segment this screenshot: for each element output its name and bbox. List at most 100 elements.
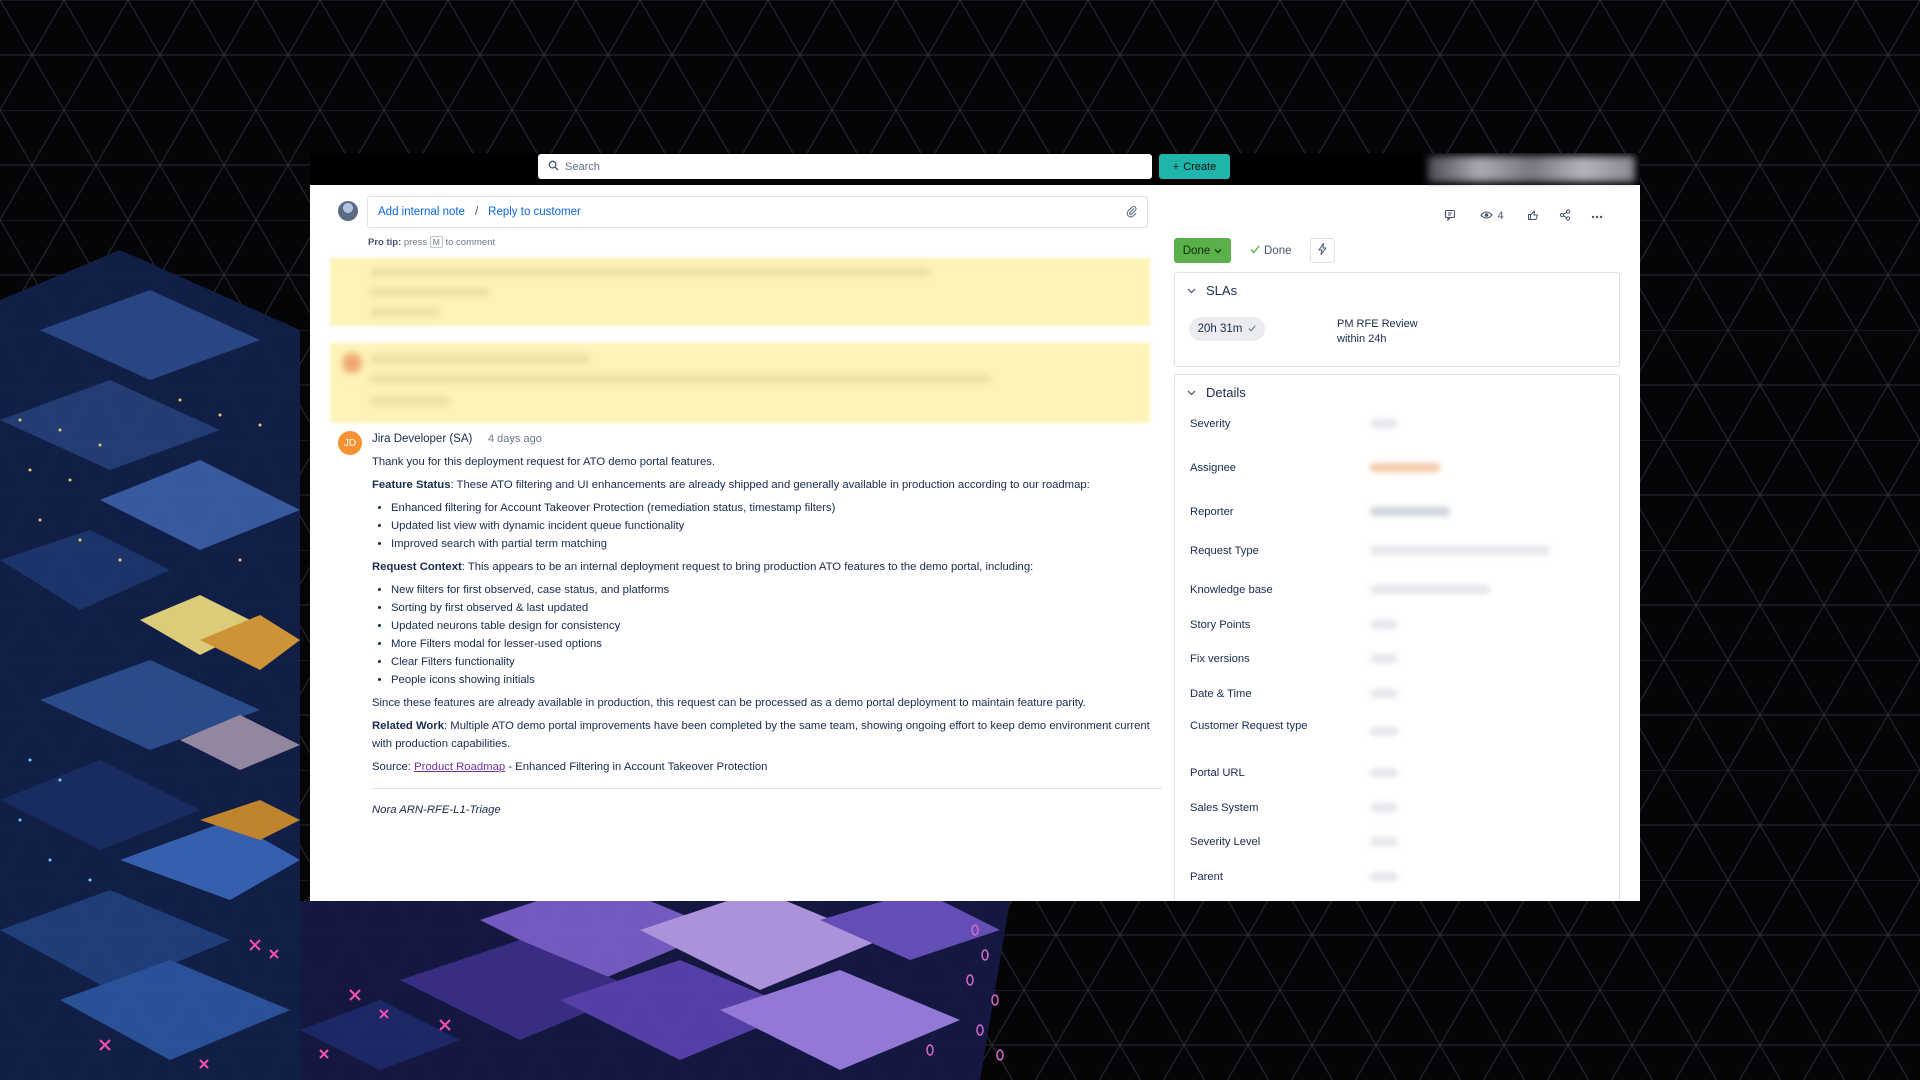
sla-name-line1: PM RFE Review xyxy=(1337,318,1418,330)
pro-tip-prefix: Pro tip: xyxy=(368,237,402,248)
sla-name: PM RFE Review within 24h xyxy=(1337,317,1418,347)
field-value xyxy=(1370,803,1398,812)
field-value xyxy=(1370,768,1398,777)
field-value xyxy=(1370,507,1450,516)
request-context-text: : This appears to be an internal deploym… xyxy=(461,561,1034,573)
field-value xyxy=(1370,689,1398,698)
eye-icon xyxy=(1480,210,1494,223)
chevron-down-icon xyxy=(1187,388,1196,398)
search-input[interactable]: Search xyxy=(538,154,1152,179)
sla-time: 20h 31m xyxy=(1197,323,1243,335)
comment-author[interactable]: Jira Developer (SA) xyxy=(372,433,472,445)
watchers-button[interactable]: 4 xyxy=(1472,203,1512,229)
create-button[interactable]: + Create xyxy=(1159,154,1230,179)
list-item: More Filters modal for lesser-used optio… xyxy=(391,635,1162,653)
related-work-paragraph: Related Work: Multiple ATO demo portal i… xyxy=(372,717,1162,753)
source-prefix: Source: xyxy=(372,761,415,773)
details-panel-header[interactable]: Details xyxy=(1187,385,1246,400)
field-label: Knowledge base xyxy=(1190,584,1273,596)
field-value xyxy=(1370,727,1398,736)
field-value xyxy=(1370,872,1398,881)
blurred-comment xyxy=(330,258,1150,326)
request-context-label: Request Context xyxy=(372,561,462,573)
list-item: New filters for first observed, case sta… xyxy=(391,581,1162,599)
reply-to-customer-link[interactable]: Reply to customer xyxy=(488,206,581,218)
plus-icon: + xyxy=(1172,160,1180,173)
signature-divider xyxy=(372,788,1162,789)
field-value xyxy=(1370,463,1440,472)
sla-panel-header[interactable]: SLAs xyxy=(1187,283,1237,298)
list-item: Improved search with partial term matchi… xyxy=(391,535,1162,553)
field-label: Severity Level xyxy=(1190,836,1261,848)
list-item: Clear Filters functionality xyxy=(391,653,1162,671)
composer-separator: / xyxy=(474,206,479,218)
field-label: Severity xyxy=(1190,418,1231,430)
jira-issue-window: Search + Create Add internal note / Repl… xyxy=(310,153,1640,901)
field-label: Customer Request type xyxy=(1190,720,1308,732)
current-user-avatar xyxy=(338,201,358,221)
field-label: Portal URL xyxy=(1190,767,1245,779)
sla-name-line2: within 24h xyxy=(1337,333,1387,345)
field-label: Sales System xyxy=(1190,802,1259,814)
share-icon xyxy=(1559,208,1571,224)
list-item: Sorting by first observed & last updated xyxy=(391,599,1162,617)
automation-button[interactable] xyxy=(1310,238,1335,263)
field-label: Request Type xyxy=(1190,545,1259,557)
author-avatar: JD xyxy=(338,431,362,455)
list-item: People icons showing initials xyxy=(391,671,1162,689)
comment-intro: Thank you for this deployment request fo… xyxy=(372,456,716,468)
lightning-icon xyxy=(1318,243,1327,258)
more-icon xyxy=(1591,210,1603,222)
comment-body: Thank you for this deployment request fo… xyxy=(372,453,1162,824)
top-navigation-bar: Search + Create xyxy=(310,153,1640,185)
chevron-down-icon xyxy=(1187,286,1196,296)
feedback-icon xyxy=(1444,209,1456,224)
vote-button[interactable] xyxy=(1520,203,1545,229)
pro-tip-key: M xyxy=(429,236,443,248)
field-label: Parent xyxy=(1190,871,1223,883)
comment-composer[interactable]: Add internal note / Reply to customer xyxy=(367,196,1148,228)
pro-tip-press: press xyxy=(403,237,428,248)
chevron-down-icon xyxy=(1214,245,1222,257)
comment-timestamp[interactable]: 4 days ago xyxy=(488,433,542,445)
list-item: Updated list view with dynamic incident … xyxy=(391,517,1162,535)
field-value xyxy=(1370,837,1398,846)
check-icon xyxy=(1248,323,1256,335)
blurred-profile-area xyxy=(1428,156,1635,182)
since-paragraph: Since these features are already availab… xyxy=(372,697,1086,709)
search-icon xyxy=(548,160,559,174)
share-button[interactable] xyxy=(1552,203,1577,229)
sla-panel: SLAs 20h 31m PM RFE Review within 24h xyxy=(1174,272,1620,367)
thumbs-up-icon xyxy=(1527,209,1539,224)
paperclip-icon[interactable] xyxy=(1126,205,1137,221)
list-item: Enhanced filtering for Account Takeover … xyxy=(391,499,1162,517)
context-list: New filters for first observed, case sta… xyxy=(372,581,1162,689)
field-value xyxy=(1370,585,1490,594)
feedback-button[interactable] xyxy=(1437,203,1462,229)
sla-title: SLAs xyxy=(1206,283,1238,298)
list-item: Updated neurons table design for consist… xyxy=(391,617,1162,635)
pro-tip: Pro tip: press M to comment xyxy=(368,236,495,248)
feature-status-paragraph: Feature Status: These ATO filtering and … xyxy=(372,476,1162,494)
watch-count: 4 xyxy=(1497,210,1504,222)
resolution-label: Done xyxy=(1264,244,1292,257)
resolution-indicator: Done xyxy=(1250,238,1292,263)
field-label: Date & Time xyxy=(1190,688,1252,700)
request-context-paragraph: Request Context: This appears to be an i… xyxy=(372,558,1162,576)
product-roadmap-link[interactable]: Product Roadmap xyxy=(414,761,505,773)
source-suffix: - Enhanced Filtering in Account Takeover… xyxy=(505,761,768,773)
field-value xyxy=(1370,419,1398,428)
related-work-label: Related Work xyxy=(372,720,444,732)
field-label: Assignee xyxy=(1190,462,1237,474)
feature-list: Enhanced filtering for Account Takeover … xyxy=(372,499,1162,553)
field-value xyxy=(1370,620,1398,629)
add-internal-note-link[interactable]: Add internal note xyxy=(378,206,465,218)
source-paragraph: Source: Product Roadmap - Enhanced Filte… xyxy=(372,758,1162,776)
related-work-text: : Multiple ATO demo portal improvements … xyxy=(372,720,1150,750)
feature-status-text: : These ATO filtering and UI enhancement… xyxy=(450,479,1090,491)
status-label: Done xyxy=(1182,244,1211,257)
field-label: Fix versions xyxy=(1190,653,1250,665)
field-label: Reporter xyxy=(1190,506,1234,518)
status-dropdown[interactable]: Done xyxy=(1174,238,1231,263)
more-actions-button[interactable] xyxy=(1584,203,1609,229)
